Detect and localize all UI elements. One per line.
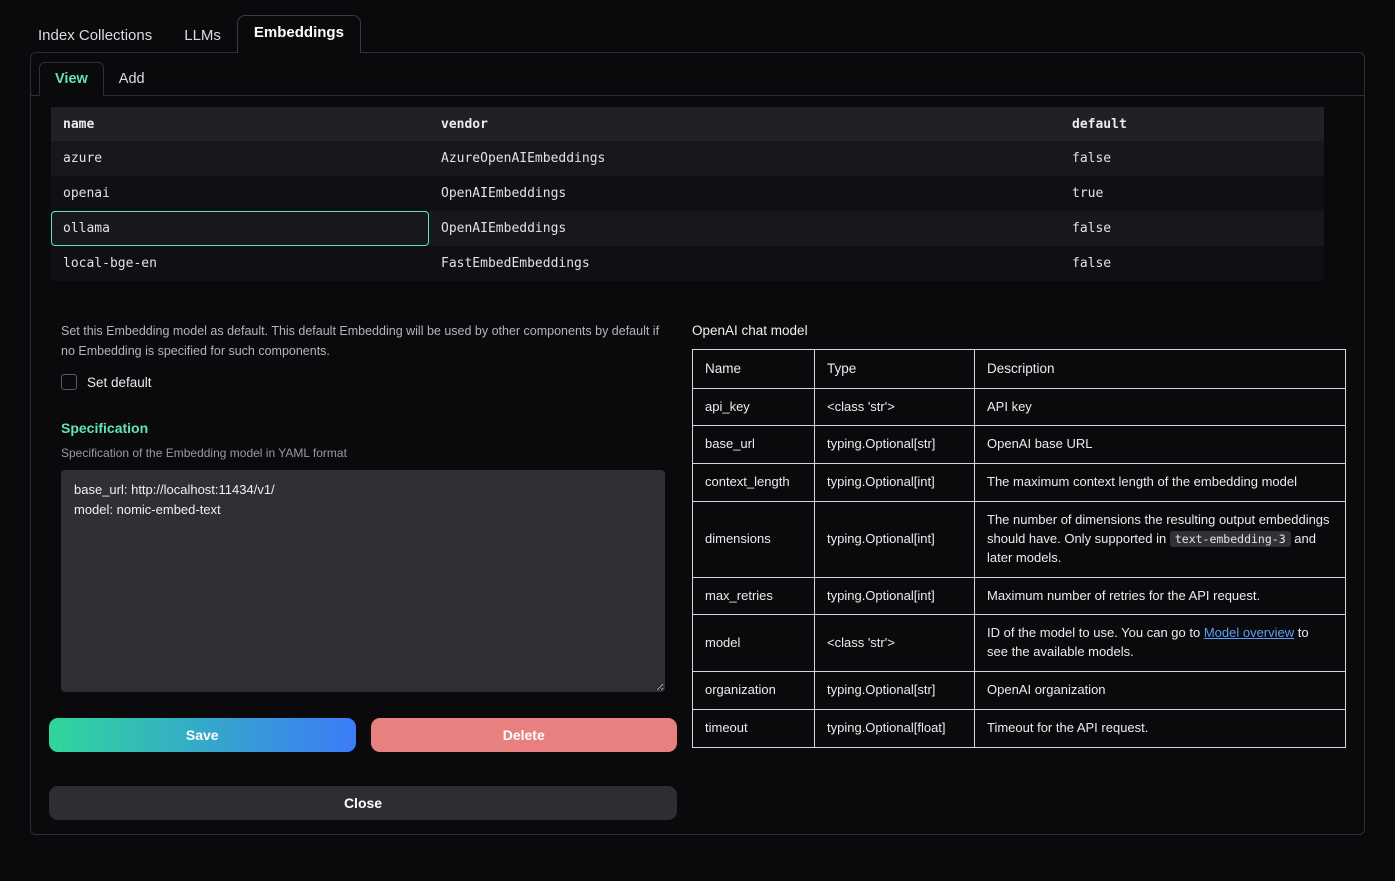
doc-cell-name: model [693,615,815,672]
embeddings-cell-name[interactable]: ollama [51,211,429,246]
close-button[interactable]: Close [49,786,677,820]
model-doc-row: context_lengthtyping.Optional[int]The ma… [693,464,1346,502]
doc-cell-name: api_key [693,388,815,426]
embeddings-table-body: azureAzureOpenAIEmbeddingsfalseopenaiOpe… [51,141,1324,281]
doc-cell-type: typing.Optional[str] [815,426,975,464]
embeddings-cell-name[interactable]: azure [51,141,429,176]
column-header-name: name [51,107,429,141]
embeddings-table: name vendor default azureAzureOpenAIEmbe… [51,107,1324,281]
model-doc-row: base_urltyping.Optional[str]OpenAI base … [693,426,1346,464]
tab-embeddings[interactable]: Embeddings [237,15,361,53]
sub-tab-add[interactable]: Add [104,63,160,95]
embeddings-table-header-row: name vendor default [51,107,1324,141]
model-doc-row: model<class 'str'>ID of the model to use… [693,615,1346,672]
embeddings-cell-vendor[interactable]: FastEmbedEmbeddings [429,246,1060,281]
model-doc-table-body: api_key<class 'str'>API keybase_urltypin… [693,388,1346,747]
column-header-default: default [1060,107,1324,141]
embeddings-cell-vendor[interactable]: OpenAIEmbeddings [429,211,1060,246]
save-button[interactable]: Save [49,718,356,752]
embeddings-panel: View Add name vendor default azureAzureO… [30,52,1365,835]
doc-cell-name: context_length [693,464,815,502]
embeddings-cell-name[interactable]: local-bge-en [51,246,429,281]
edit-form: Set this Embedding model as default. Thi… [49,321,677,820]
embeddings-cell-name[interactable]: openai [51,176,429,211]
model-doc-row: timeouttyping.Optional[float]Timeout for… [693,710,1346,748]
doc-cell-type: typing.Optional[int] [815,464,975,502]
embeddings-cell-default[interactable]: true [1060,176,1324,211]
embeddings-table-wrap: name vendor default azureAzureOpenAIEmbe… [51,107,1344,281]
doc-cell-type: typing.Optional[str] [815,672,975,710]
specification-subtitle: Specification of the Embedding model in … [61,446,665,460]
top-tab-bar: Index Collections LLMs Embeddings [0,0,1395,52]
sub-tab-bar: View Add [31,53,1364,96]
embeddings-cell-vendor[interactable]: AzureOpenAIEmbeddings [429,141,1060,176]
doc-cell-description: API key [975,388,1346,426]
model-doc-row: max_retriestyping.Optional[int]Maximum n… [693,577,1346,615]
doc-column-name: Name [693,350,815,389]
doc-cell-description: ID of the model to use. You can go to Mo… [975,615,1346,672]
default-description: Set this Embedding model as default. Thi… [61,321,665,361]
embeddings-row[interactable]: ollamaOpenAIEmbeddingsfalse [51,211,1324,246]
doc-cell-description: Timeout for the API request. [975,710,1346,748]
doc-cell-description: The maximum context length of the embedd… [975,464,1346,502]
doc-cell-type: typing.Optional[int] [815,577,975,615]
model-doc-row: organizationtyping.Optional[str]OpenAI o… [693,672,1346,710]
embeddings-cell-default[interactable]: false [1060,246,1324,281]
doc-cell-name: dimensions [693,502,815,578]
yaml-spec-textarea[interactable]: base_url: http://localhost:11434/v1/ mod… [61,470,665,692]
doc-column-description: Description [975,350,1346,389]
set-default-row: Set default [61,374,665,390]
doc-cell-description: The number of dimensions the resulting o… [975,502,1346,578]
specification-heading: Specification [61,420,665,436]
doc-cell-description: OpenAI organization [975,672,1346,710]
model-doc-title: OpenAI chat model [692,323,1346,338]
set-default-checkbox[interactable] [61,374,77,390]
detail-area: Set this Embedding model as default. Thi… [31,321,1364,820]
doc-cell-type: <class 'str'> [815,388,975,426]
embeddings-row[interactable]: local-bge-enFastEmbedEmbeddingsfalse [51,246,1324,281]
doc-column-type: Type [815,350,975,389]
model-doc-row: api_key<class 'str'>API key [693,388,1346,426]
embeddings-cell-vendor[interactable]: OpenAIEmbeddings [429,176,1060,211]
doc-cell-type: typing.Optional[float] [815,710,975,748]
set-default-label: Set default [87,375,152,390]
tab-index-collections[interactable]: Index Collections [22,19,168,52]
embeddings-cell-default[interactable]: false [1060,141,1324,176]
action-button-row: Save Delete [49,718,677,752]
doc-cell-name: base_url [693,426,815,464]
doc-cell-name: max_retries [693,577,815,615]
doc-cell-description: Maximum number of retries for the API re… [975,577,1346,615]
embeddings-cell-default[interactable]: false [1060,211,1324,246]
doc-cell-type: <class 'str'> [815,615,975,672]
model-doc: OpenAI chat model Name Type Description … [692,321,1346,748]
doc-cell-name: organization [693,672,815,710]
column-header-vendor: vendor [429,107,1060,141]
model-overview-link[interactable]: Model overview [1204,625,1294,640]
tab-llms[interactable]: LLMs [168,19,237,52]
sub-tab-view[interactable]: View [39,62,104,96]
doc-cell-type: typing.Optional[int] [815,502,975,578]
model-doc-table: Name Type Description api_key<class 'str… [692,349,1346,748]
doc-cell-description: OpenAI base URL [975,426,1346,464]
delete-button[interactable]: Delete [371,718,678,752]
inline-code: text-embedding-3 [1170,531,1291,547]
model-doc-header-row: Name Type Description [693,350,1346,389]
embeddings-row[interactable]: openaiOpenAIEmbeddingstrue [51,176,1324,211]
model-doc-row: dimensionstyping.Optional[int]The number… [693,502,1346,578]
doc-cell-name: timeout [693,710,815,748]
embeddings-row[interactable]: azureAzureOpenAIEmbeddingsfalse [51,141,1324,176]
